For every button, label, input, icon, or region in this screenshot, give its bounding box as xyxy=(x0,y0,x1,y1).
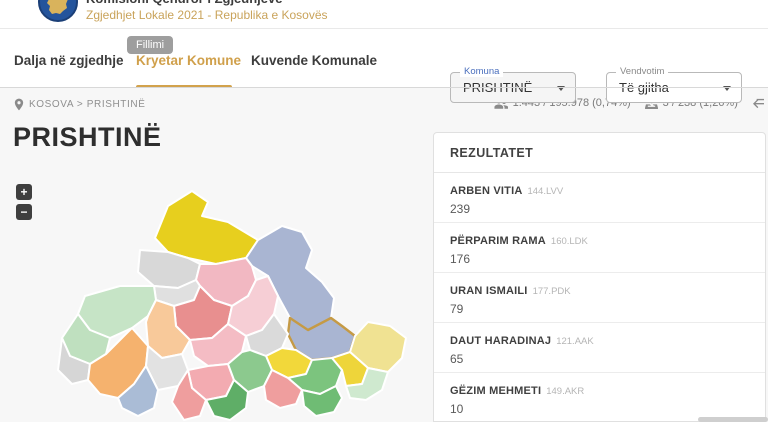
map-zoom-controls: + − xyxy=(16,184,32,220)
candidate-votes: 10 xyxy=(450,402,464,416)
candidate-name: ARBEN VITIA xyxy=(450,185,523,197)
results-panel: REZULTATET ARBEN VITIA 144.LVV 239 PËRPAR… xyxy=(433,132,766,422)
kosovo-map[interactable] xyxy=(50,188,418,422)
location-pin-icon xyxy=(14,98,24,111)
app-window: Komisioni Qendror i Zgjedhjeve Zgjedhjet… xyxy=(0,0,768,422)
candidate-votes: 239 xyxy=(450,202,471,216)
tab-kuvende-komunale[interactable]: Kuvende Komunale xyxy=(251,53,377,68)
results-panel-title: REZULTATET xyxy=(434,133,765,173)
candidate-party: 144.LVV xyxy=(527,186,564,197)
candidate-party: 121.AAK xyxy=(556,336,594,347)
breadcrumb-text: KOSOVA > PRISHTINË xyxy=(29,99,146,110)
candidate-votes: 79 xyxy=(450,302,464,316)
candidate-votes: 65 xyxy=(450,352,464,366)
candidate-party: 160.LDK xyxy=(550,236,588,247)
org-subtitle: Zgjedhjet Lokale 2021 - Republika e Koso… xyxy=(86,8,328,22)
page-title: PRISHTINË xyxy=(13,122,162,152)
tab-dalja-ne-zgjedhje[interactable]: Dalja në zgjedhje xyxy=(14,53,124,68)
tab-bar: Fillimi Dalja në zgjedhje Kryetar Komune… xyxy=(0,29,768,103)
result-row[interactable]: URAN ISMAILI 177.PDK 79 xyxy=(434,273,765,323)
komuna-select-label: Komuna xyxy=(460,66,504,78)
candidate-name: DAUT HARADINAJ xyxy=(450,335,552,347)
result-row[interactable]: ARBEN VITIA 144.LVV 239 xyxy=(434,173,765,223)
vendvotim-select-label: Vendvotim xyxy=(616,66,669,78)
transfer-stat: 1 xyxy=(752,97,768,109)
transfer-arrow-icon xyxy=(752,98,764,108)
fillimi-tooltip: Fillimi xyxy=(127,36,174,54)
map-zoom-in-button[interactable]: + xyxy=(16,184,32,200)
result-row[interactable]: DAUT HARADINAJ 121.AAK 65 xyxy=(434,323,765,373)
app-header: Komisioni Qendror i Zgjedhjeve Zgjedhjet… xyxy=(0,0,768,29)
candidate-votes: 176 xyxy=(450,252,471,266)
tabbar-divider xyxy=(0,87,768,88)
map-zoom-out-button[interactable]: − xyxy=(16,204,32,220)
result-row[interactable]: PËRPARIM RAMA 160.LDK 176 xyxy=(434,223,765,273)
candidate-name: GËZIM MEHMETI xyxy=(450,385,542,397)
candidate-party: 149.AKR xyxy=(546,386,585,397)
kqz-logo-icon xyxy=(38,0,78,22)
tab-kryetar-komune[interactable]: Kryetar Komune xyxy=(136,53,241,68)
org-name: Komisioni Qendror i Zgjedhjeve xyxy=(86,0,282,6)
result-row[interactable]: GËZIM MEHMETI 149.AKR 10 xyxy=(434,373,765,422)
candidate-name: URAN ISMAILI xyxy=(450,285,528,297)
candidate-party: 177.PDK xyxy=(532,286,571,297)
horizontal-scrollbar[interactable] xyxy=(698,417,768,422)
candidate-name: PËRPARIM RAMA xyxy=(450,235,546,247)
breadcrumb[interactable]: KOSOVA > PRISHTINË xyxy=(14,98,145,111)
